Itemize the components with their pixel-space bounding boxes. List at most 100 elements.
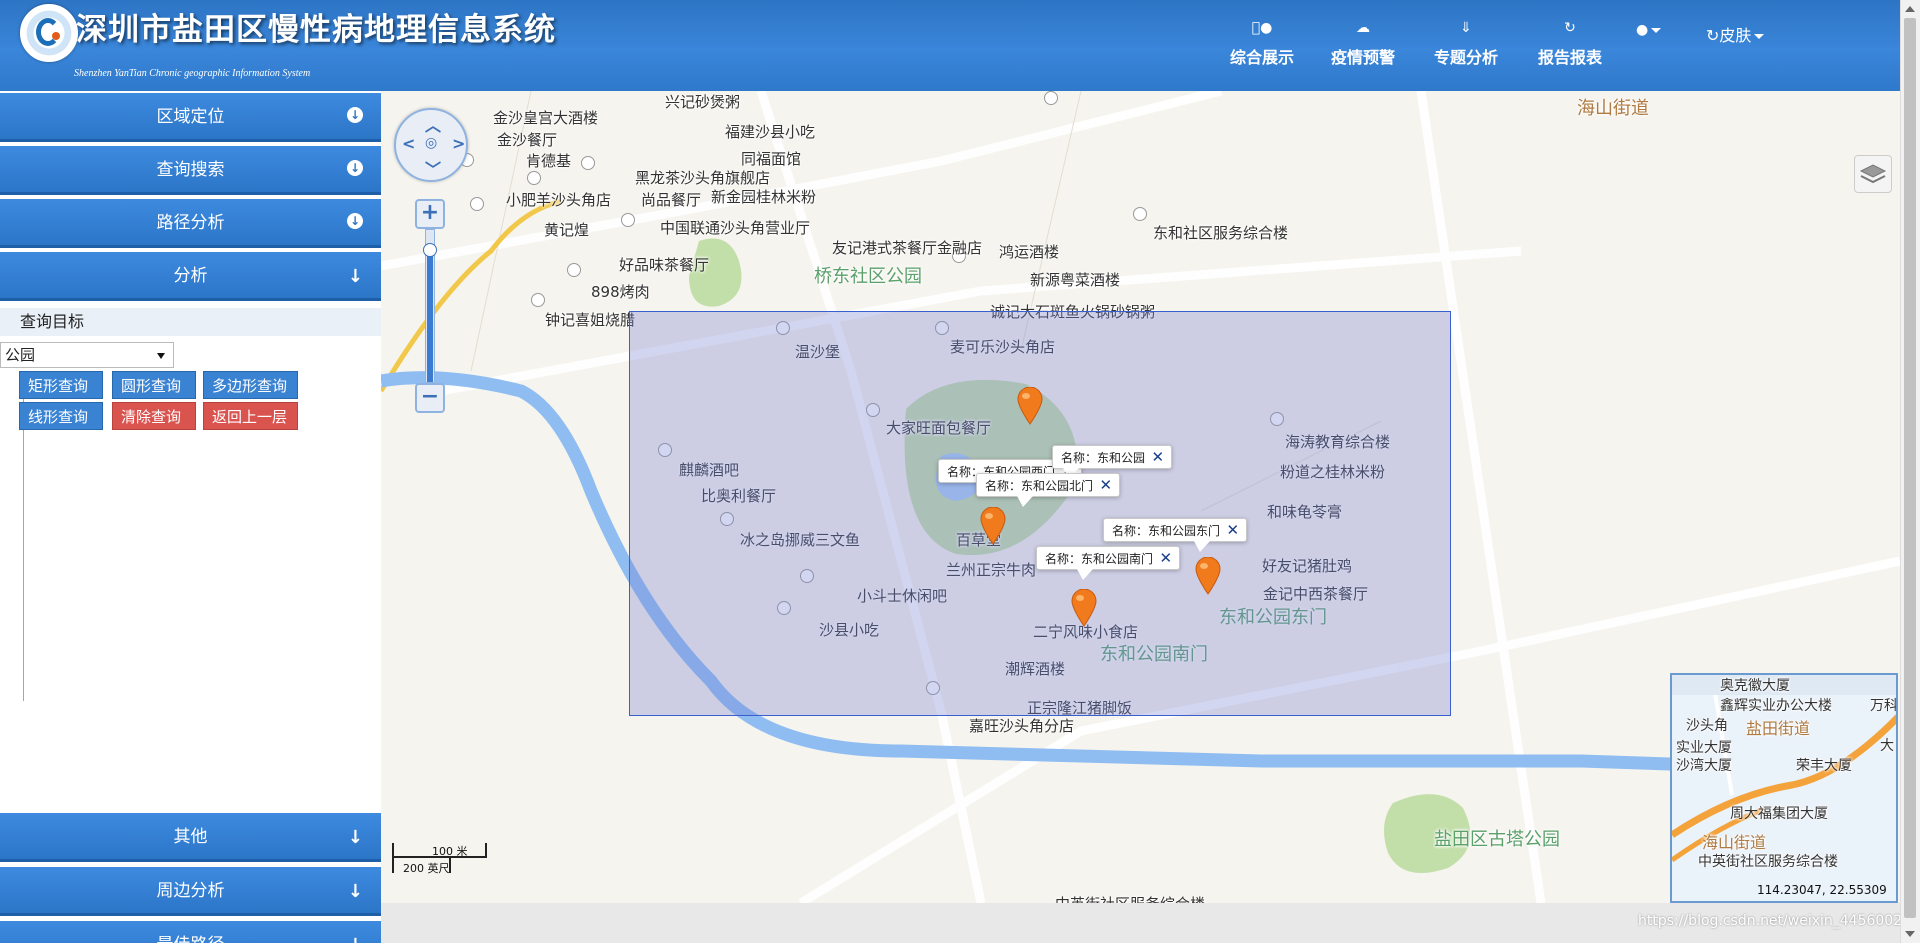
poi-label[interactable]: 东和社区服务综合楼	[1153, 222, 1288, 243]
overview-label: 沙湾大厦	[1676, 758, 1732, 774]
poi-label[interactable]: 肯德基	[526, 150, 571, 171]
pan-down-icon[interactable]: ﹀	[425, 156, 441, 180]
poi-label[interactable]: 尚品餐厅	[641, 189, 701, 210]
poi-icon[interactable]	[1133, 207, 1147, 221]
circle-query-button[interactable]: 圆形查询	[112, 371, 196, 399]
circle-arrow-down-icon: ↓	[347, 160, 363, 176]
map-marker-icon[interactable]	[1017, 387, 1043, 425]
left-panel: 区域定位 ↓ 查询搜索 ↓ 路径分析 ↓ 分析 ↓ 查询目标 公园 矩形查询 圆…	[0, 91, 381, 943]
skin-dropdown[interactable]: ↻皮肤	[1706, 22, 1765, 46]
coordinate-readout: 114.23047, 22.55309	[1757, 883, 1887, 897]
close-icon[interactable]: ✕	[1151, 450, 1164, 465]
select-arrow-icon	[157, 353, 165, 359]
pan-up-icon[interactable]: ︿	[425, 112, 441, 136]
pan-control[interactable]: ︿ ﹀ < > ◎	[394, 108, 468, 182]
poi-label[interactable]: 黑龙茶沙头角旗舰店	[635, 167, 770, 188]
nav-extra-dropdown[interactable]: ●	[1636, 22, 1662, 38]
poi-label[interactable]: 嘉旺沙头角分店	[969, 715, 1074, 736]
poi-icon[interactable]	[621, 213, 635, 227]
back-level-button[interactable]: 返回上一层	[203, 402, 298, 430]
nav-reports[interactable]: ↻ 报告报表	[1525, 20, 1615, 68]
section-area-locate[interactable]: 区域定位 ↓	[0, 93, 381, 142]
poi-label[interactable]: 898烤肉	[591, 281, 650, 302]
scale-metric: 100 米	[432, 845, 468, 858]
zoom-slider[interactable]	[423, 229, 437, 383]
arrow-down-icon: ↓	[347, 881, 363, 902]
zoom-slider-handle[interactable]	[423, 243, 437, 257]
close-icon[interactable]: ✕	[1159, 551, 1172, 566]
poi-icon[interactable]	[567, 263, 581, 277]
poi-label[interactable]: 金沙皇宫大酒楼	[493, 107, 598, 128]
zoom-out-button[interactable]: −	[415, 383, 445, 413]
rect-query-button[interactable]: 矩形查询	[19, 371, 103, 399]
park-label[interactable]: 桥东社区公园	[814, 262, 922, 288]
section-surrounding-analysis[interactable]: 周边分析 ↓	[0, 867, 381, 916]
caret-down-icon	[1651, 27, 1662, 33]
overview-label: 盐田街道	[1746, 719, 1811, 738]
caret-down-icon	[1754, 34, 1765, 39]
info-popup[interactable]: 名称：东和公园 ✕	[1052, 445, 1173, 479]
poi-label[interactable]: 钟记喜姐烧腊	[545, 309, 635, 330]
poi-label[interactable]: 同福面馆	[741, 148, 801, 169]
arrow-down-icon: ↓	[347, 266, 363, 287]
query-target-label: 查询目标	[0, 308, 381, 336]
overview-label: 周大福集团大厦	[1730, 806, 1828, 822]
overview-map[interactable]: 奥克徽大厦 鑫辉实业办公大楼 沙头角 盐田街道 实业大厦 沙湾大厦 荣丰大厦 周…	[1670, 673, 1898, 903]
poi-icon[interactable]	[470, 197, 484, 211]
pan-center-icon[interactable]: ◎	[425, 135, 437, 151]
poi-label[interactable]: 兴记砂煲粥	[665, 91, 740, 112]
poi-label[interactable]: 福建沙县小吃	[725, 121, 815, 142]
page-scrollbar[interactable]	[1900, 0, 1920, 943]
cloud-icon: ☁	[1356, 20, 1370, 36]
section-other[interactable]: 其他 ↓	[0, 813, 381, 862]
info-popup[interactable]: 名称：东和公园南门 ✕	[1036, 546, 1181, 580]
section-route-analysis[interactable]: 路径分析 ↓	[0, 199, 381, 248]
map-view[interactable]: 兴记砂煲粥 金沙皇宫大酒楼 金沙餐厅 肯德基 福建沙县小吃 同福面馆 黑龙茶沙头…	[381, 91, 1900, 903]
section-best-route[interactable]: 最佳路径 ↓	[0, 921, 381, 943]
scrollbar-thumb[interactable]	[1904, 18, 1916, 918]
pan-right-icon[interactable]: >	[452, 134, 465, 153]
app-subtitle: Shenzhen YanTian Chronic geographic Info…	[74, 68, 311, 79]
scroll-down-icon[interactable]	[1905, 931, 1915, 937]
poi-label[interactable]: 好品味茶餐厅	[619, 254, 709, 275]
zoom-in-button[interactable]: +	[415, 199, 445, 229]
poi-label[interactable]: 黄记煌	[544, 219, 589, 240]
poi-label[interactable]: 小肥羊沙头角店	[506, 189, 611, 210]
district-label[interactable]: 海山街道	[1577, 94, 1649, 120]
poi-label[interactable]: 友记港式茶餐厅金融店	[832, 237, 982, 258]
query-target-select[interactable]: 公园	[0, 342, 174, 368]
poi-label[interactable]: 中英街社区服务综合楼	[1055, 893, 1205, 903]
nav-epidemic-warning[interactable]: ☁ 疫情预警	[1318, 20, 1408, 68]
section-query-search[interactable]: 查询搜索 ↓	[0, 146, 381, 195]
close-icon[interactable]: ✕	[1099, 478, 1112, 493]
overview-label: 沙头角	[1686, 718, 1728, 734]
scroll-up-icon[interactable]	[1905, 6, 1915, 12]
park-label[interactable]: 盐田区古塔公园	[1434, 825, 1560, 851]
poi-icon[interactable]	[531, 293, 545, 307]
polygon-query-button[interactable]: 多边形查询	[203, 371, 298, 399]
info-popup[interactable]: 名称：东和公园东门 ✕	[1103, 518, 1248, 552]
rect-query-selection[interactable]	[629, 311, 1451, 716]
map-marker-icon[interactable]	[980, 507, 1006, 545]
nav-topic-analysis[interactable]: ⇓ 专题分析	[1421, 20, 1511, 68]
layers-button[interactable]	[1854, 155, 1892, 193]
overview-label: 中英街社区服务综合楼	[1698, 854, 1838, 870]
poi-label[interactable]: 新源粤菜酒楼	[1030, 269, 1120, 290]
apple-icon: ●	[1252, 20, 1273, 36]
map-marker-icon[interactable]	[1195, 557, 1221, 595]
map-marker-icon[interactable]	[1071, 589, 1097, 627]
poi-label[interactable]: 新金园桂林米粉	[711, 186, 816, 207]
line-query-button[interactable]: 线形查询	[19, 402, 103, 430]
poi-icon[interactable]	[527, 171, 541, 185]
poi-icon[interactable]	[1044, 91, 1058, 105]
close-icon[interactable]: ✕	[1226, 523, 1239, 538]
poi-label[interactable]: 中国联通沙头角营业厅	[660, 217, 810, 238]
poi-label[interactable]: 金沙餐厅	[497, 129, 557, 150]
section-analysis[interactable]: 分析 ↓	[0, 252, 381, 301]
poi-label[interactable]: 鸿运酒楼	[999, 241, 1059, 262]
clear-query-button[interactable]: 清除查询	[112, 402, 196, 430]
nav-overview[interactable]: ● 综合展示	[1217, 20, 1307, 68]
poi-icon[interactable]	[581, 156, 595, 170]
info-popup[interactable]: 名称：东和公园北门 ✕	[976, 473, 1121, 507]
pan-left-icon[interactable]: <	[402, 134, 415, 153]
